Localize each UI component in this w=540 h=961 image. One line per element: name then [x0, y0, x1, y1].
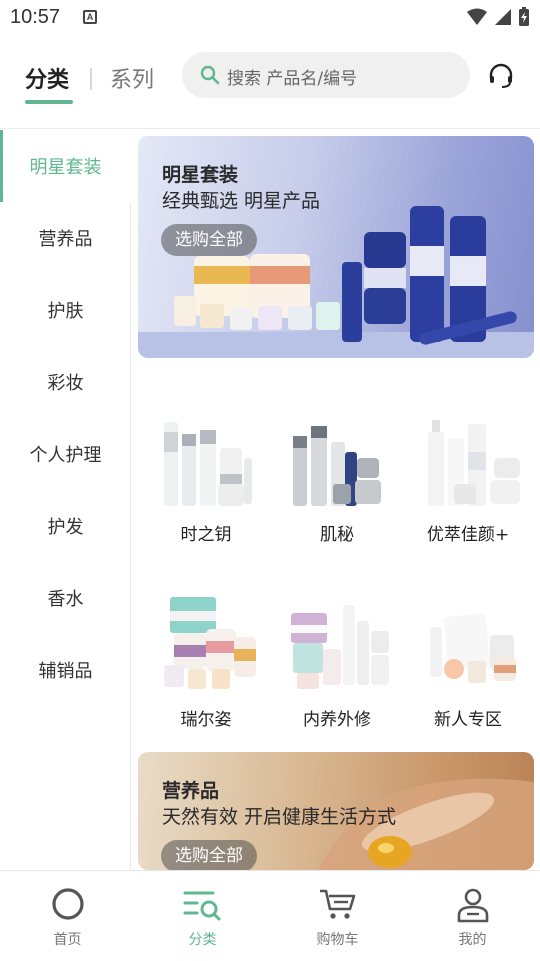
tab-home[interactable]: 首页: [0, 871, 135, 961]
sidebar-item-star-sets[interactable]: 明星套装: [0, 130, 131, 202]
banner-title: 营养品: [162, 780, 220, 802]
tab-label: 我的: [458, 932, 487, 948]
search-placeholder: 搜索 产品名/编号: [227, 69, 358, 89]
product-name: 肌秘: [320, 525, 354, 545]
sidebar-item-skincare[interactable]: 护肤: [0, 274, 131, 346]
product-name: 内养外修: [303, 710, 371, 730]
sidebar-item-makeup[interactable]: 彩妆: [0, 346, 131, 418]
product-image: [428, 420, 520, 506]
status-bar: 10:57 A: [0, 0, 540, 36]
product-item-shizhiyao[interactable]: 时之钥: [141, 392, 271, 552]
wifi-icon: [467, 8, 487, 25]
battery-icon: [519, 7, 529, 26]
tab-label: 购物车: [316, 932, 359, 948]
tab-divider: [90, 68, 92, 90]
product-image: [293, 426, 381, 506]
tab-category[interactable]: 分类: [25, 62, 69, 94]
shop-all-button[interactable]: 选购全部: [161, 224, 257, 256]
product-name: 瑞尔姿: [180, 710, 232, 730]
home-ring-icon: [51, 888, 84, 920]
product-image: [291, 605, 389, 689]
product-item-new-user-zone[interactable]: 新人专区: [403, 577, 533, 737]
banner-title: 明星套装: [162, 164, 239, 186]
product-item-youcui[interactable]: 优萃佳颜+: [403, 392, 533, 552]
sidebar-item-haircare[interactable]: 护发: [0, 490, 131, 562]
product-item-neiyangwaixiu[interactable]: 内养外修: [272, 577, 402, 737]
sidebar-item-fragrance[interactable]: 香水: [0, 562, 131, 634]
search-icon: [200, 65, 220, 85]
user-icon: [457, 888, 488, 923]
banner-subtitle: 天然有效 开启健康生活方式: [162, 806, 397, 828]
nutrition-banner[interactable]: 营养品 天然有效 开启健康生活方式 选购全部: [138, 752, 534, 870]
product-name: 优萃佳颜+: [426, 525, 510, 545]
signal-icon: [495, 9, 511, 25]
header-divider: [0, 128, 540, 129]
search-bar[interactable]: 搜索 产品名/编号: [182, 52, 470, 98]
tab-profile[interactable]: 我的: [405, 871, 540, 961]
customer-service-headset-icon[interactable]: [487, 62, 515, 90]
category-search-icon: [183, 891, 220, 921]
product-image: [164, 422, 252, 506]
sidebar-item-sales-aids[interactable]: 辅销品: [0, 634, 131, 706]
tab-category-underline: [25, 100, 73, 104]
category-sidebar: 明星套装 营养品 护肤 彩妆 个人护理 护发 香水 辅销品: [0, 130, 131, 870]
sidebar-item-nutrition[interactable]: 营养品: [0, 202, 131, 274]
banner-subtitle: 经典甄选 明星产品: [162, 190, 321, 212]
notification-icon: A: [83, 10, 97, 24]
tab-label: 分类: [188, 932, 217, 948]
tab-cart[interactable]: 购物车: [270, 871, 405, 961]
bottom-tab-bar: 首页 分类 购物车 我的: [0, 870, 540, 960]
sidebar-item-personal-care[interactable]: 个人护理: [0, 418, 131, 490]
top-header: 分类 系列 搜索 产品名/编号: [0, 48, 540, 108]
status-time: 10:57: [10, 6, 61, 28]
tab-category-nav[interactable]: 分类: [135, 871, 270, 961]
product-item-jimi[interactable]: 肌秘: [272, 392, 402, 552]
tab-label: 首页: [53, 932, 82, 948]
shopping-cart-icon: [319, 889, 355, 919]
product-name: 新人专区: [434, 710, 502, 730]
product-item-ruierzi[interactable]: 瑞尔姿: [141, 577, 271, 737]
product-image: [430, 613, 516, 683]
shop-all-button[interactable]: 选购全部: [161, 840, 257, 870]
product-name: 时之钥: [180, 525, 232, 545]
star-sets-banner[interactable]: 明星套装 经典甄选 明星产品 选购全部: [138, 136, 534, 358]
product-image: [164, 597, 256, 689]
tab-series[interactable]: 系列: [110, 62, 154, 94]
status-icons: [466, 7, 530, 27]
